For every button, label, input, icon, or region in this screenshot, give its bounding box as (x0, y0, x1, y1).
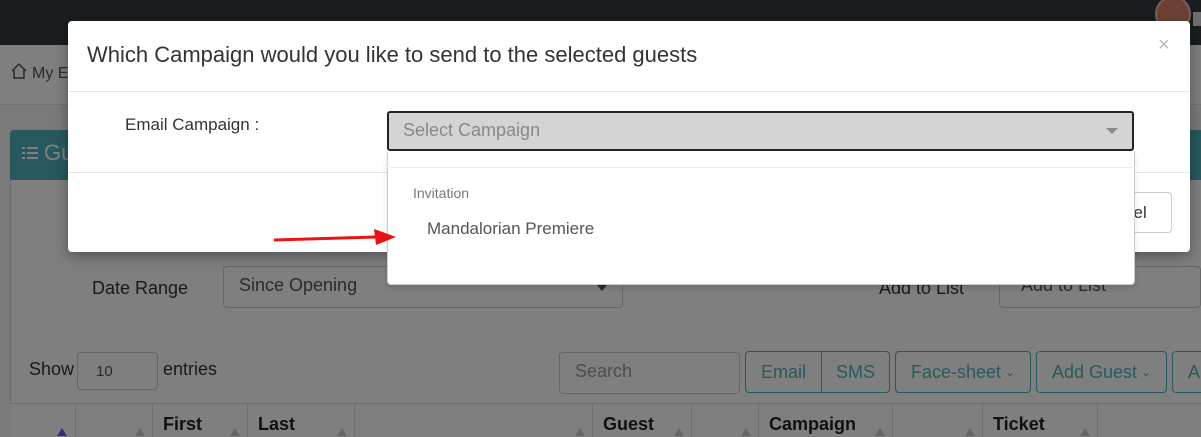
campaign-dropdown (387, 151, 1135, 285)
campaign-select[interactable]: Select Campaign (387, 111, 1134, 151)
dropdown-search-area[interactable] (387, 151, 1135, 168)
campaign-select-placeholder: Select Campaign (403, 120, 541, 140)
close-icon[interactable]: × (1158, 34, 1170, 57)
modal-title: Which Campaign would you like to send to… (87, 42, 698, 67)
annotation-arrow-icon (273, 229, 396, 245)
campaign-option[interactable]: Mandalorian Premiere (427, 219, 594, 239)
email-campaign-label: Email Campaign : (125, 115, 260, 134)
modal-header-divider (68, 91, 1190, 92)
chevron-down-icon (1106, 128, 1118, 134)
option-group-label: Invitation (413, 185, 470, 201)
